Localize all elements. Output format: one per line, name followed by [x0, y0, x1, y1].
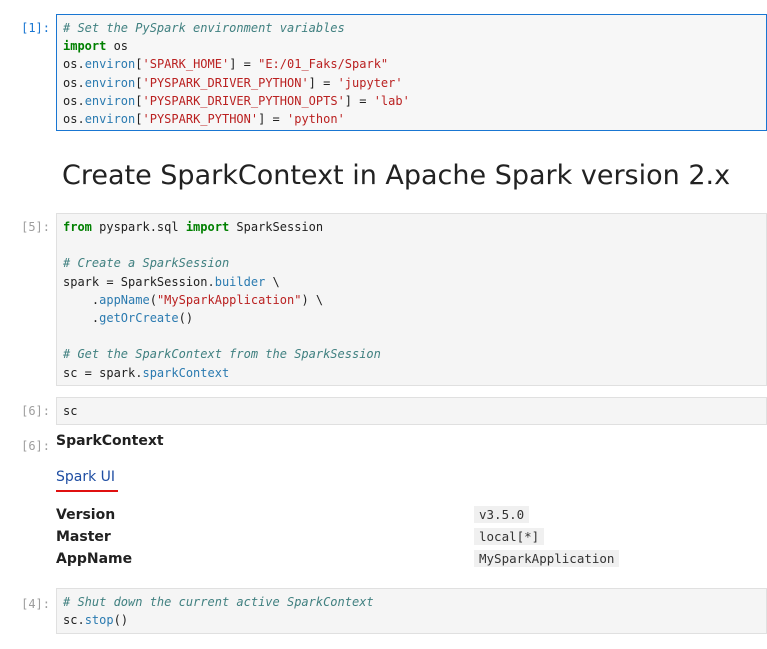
output-title: SparkContext	[56, 433, 164, 449]
code-token: ) \	[301, 292, 324, 307]
appname-label: AppName	[56, 551, 133, 567]
code-cell-sc[interactable]: sc	[56, 397, 767, 425]
code-token: environ	[84, 57, 136, 72]
code-token: .	[77, 111, 85, 126]
code-token: appName	[99, 292, 150, 307]
appname-value: MySparkApplication	[474, 550, 620, 567]
code-token: ()	[113, 613, 129, 628]
code-token: (	[149, 292, 157, 307]
code-token: SparkSession	[229, 220, 324, 234]
code-token: 'python'	[287, 111, 345, 126]
code-token: stop	[84, 613, 114, 628]
code-token: .	[63, 292, 100, 307]
code-token: 'PYSPARK_DRIVER_PYTHON'	[142, 75, 309, 90]
version-label: Version	[56, 507, 116, 523]
cell-prompt: [5]:	[21, 220, 50, 234]
master-label: Master	[56, 529, 111, 545]
code-token: os	[63, 75, 78, 90]
code-token: getOrCreate	[99, 310, 179, 325]
code-token: sc = spark	[63, 365, 136, 380]
code-token: os	[106, 39, 129, 54]
cell-prompt: [4]:	[21, 597, 50, 611]
code-line: .getOrCreate()	[63, 309, 760, 327]
code-token: .	[77, 93, 85, 108]
code-token: sc	[63, 404, 78, 418]
code-line: .appName("MySparkApplication") \	[63, 291, 760, 309]
code-token: pyspark.sql	[91, 220, 186, 234]
markdown-heading: Create SparkContext in Apache Spark vers…	[62, 160, 731, 191]
output-prompt: [6]:	[21, 439, 50, 453]
code-token: spark = SparkSession	[63, 274, 208, 289]
code-token: ] =	[229, 57, 259, 72]
code-line: sc	[63, 402, 760, 420]
code-token: # Shut down the current active SparkCont…	[63, 595, 374, 609]
code-token: .	[77, 75, 85, 90]
code-token: os	[63, 111, 78, 126]
code-token: builder	[214, 274, 266, 289]
code-line: os.environ['PYSPARK_DRIVER_PYTHON'] = 'j…	[63, 74, 760, 92]
code-line: sc.stop()	[63, 611, 760, 629]
code-line: import os	[63, 37, 760, 55]
code-line: # Create a SparkSession	[63, 254, 760, 272]
code-token: .	[77, 613, 85, 628]
code-token: .	[77, 57, 85, 72]
code-token: 'SPARK_HOME'	[142, 57, 230, 72]
cell-prompt: [6]:	[21, 404, 50, 418]
code-token: "E:/01_Faks/Spark"	[258, 57, 389, 72]
annotation-underline	[56, 490, 118, 492]
code-cell-stop[interactable]: # Shut down the current active SparkCont…	[56, 588, 767, 634]
version-value: v3.5.0	[474, 506, 530, 523]
code-token: ()	[178, 310, 194, 325]
code-token: sparkContext	[142, 365, 230, 380]
code-token: environ	[84, 93, 136, 108]
code-token: # Set the PySpark environment variables	[63, 21, 345, 35]
code-line: os.environ['PYSPARK_DRIVER_PYTHON_OPTS']…	[63, 92, 760, 110]
code-token: .	[207, 274, 215, 289]
code-token: sc	[63, 613, 78, 628]
code-token: ] =	[308, 75, 338, 90]
code-token: 'PYSPARK_DRIVER_PYTHON_OPTS'	[142, 93, 345, 108]
code-token: from	[63, 220, 92, 234]
code-cell-spark-session[interactable]: from pyspark.sql import SparkSession # C…	[56, 213, 767, 386]
code-token: 'jupyter'	[337, 75, 403, 90]
code-line: os.environ['SPARK_HOME'] = "E:/01_Faks/S…	[63, 55, 760, 73]
code-line: # Shut down the current active SparkCont…	[63, 593, 760, 611]
cell-prompt: [1]:	[21, 21, 50, 35]
code-token: os	[63, 93, 78, 108]
code-token: 'PYSPARK_PYTHON'	[142, 111, 259, 126]
code-token: [	[135, 93, 143, 108]
code-token: 'lab'	[373, 93, 410, 108]
code-token: "MySparkApplication"	[156, 292, 302, 307]
master-value: local[*]	[474, 528, 545, 545]
code-cell-env-vars[interactable]: # Set the PySpark environment variables i…	[56, 14, 767, 131]
code-line: from pyspark.sql import SparkSession	[63, 218, 760, 236]
code-token: \	[265, 274, 280, 289]
code-line: os.environ['PYSPARK_PYTHON'] = 'python'	[63, 110, 760, 128]
code-token: ] =	[344, 93, 374, 108]
code-token: # Create a SparkSession	[63, 256, 230, 271]
code-line: sc = spark.sparkContext	[63, 364, 760, 382]
code-line: spark = SparkSession.builder \	[63, 273, 760, 291]
code-line: # Get the SparkContext from the SparkSes…	[63, 345, 760, 363]
code-token: environ	[84, 75, 136, 90]
code-token: import	[63, 39, 107, 54]
code-token: [	[135, 57, 143, 72]
code-token: .	[63, 310, 100, 325]
code-token: import	[185, 220, 230, 234]
spark-ui-link[interactable]: Spark UI	[56, 469, 115, 485]
code-line: # Set the PySpark environment variables	[63, 19, 760, 37]
code-token: ] =	[258, 111, 287, 126]
code-token: [	[135, 111, 143, 126]
code-token: [	[135, 75, 143, 90]
code-token: environ	[84, 111, 136, 126]
code-token: # Get the SparkContext from the SparkSes…	[63, 347, 381, 362]
code-token: os	[63, 57, 78, 72]
